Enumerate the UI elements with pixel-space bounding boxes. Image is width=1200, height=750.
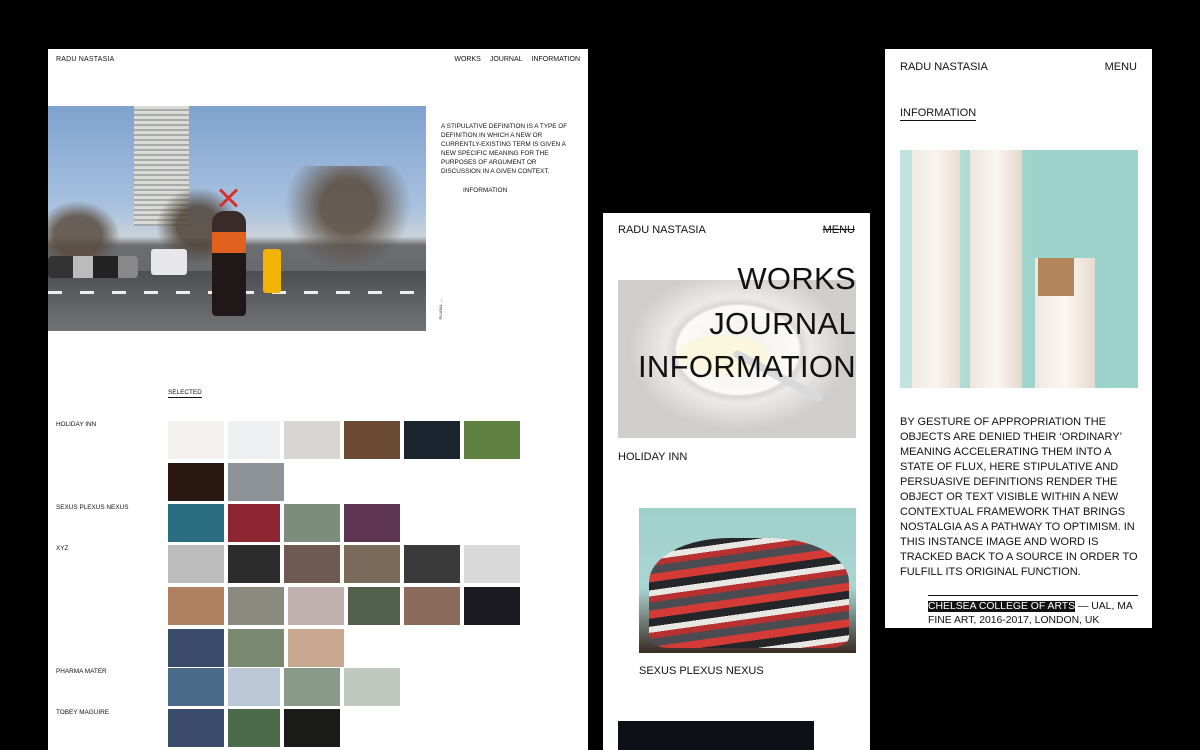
- project-thumbnail[interactable]: [344, 668, 400, 706]
- project-thumbnail[interactable]: [228, 421, 280, 459]
- hero-caption: PLURAL →: [438, 299, 443, 320]
- site-brand[interactable]: RADU NASTASIA: [618, 224, 706, 236]
- project-thumbnail[interactable]: [344, 421, 400, 459]
- project-thumbnail[interactable]: [284, 504, 340, 542]
- project-thumbnail[interactable]: [168, 504, 224, 542]
- menu-button[interactable]: MENU: [1105, 61, 1137, 73]
- project-thumbnail[interactable]: [228, 504, 280, 542]
- project-thumbnail[interactable]: [228, 629, 284, 667]
- mobile-menu-page: RADU NASTASIA MENU WORKS JOURNAL INFORMA…: [603, 213, 870, 750]
- project-thumbnail[interactable]: [344, 504, 400, 542]
- menu-link-journal[interactable]: JOURNAL: [709, 308, 856, 339]
- project-thumbnail[interactable]: [168, 545, 224, 583]
- project-thumbnail[interactable]: [228, 668, 280, 706]
- project-image[interactable]: [618, 721, 814, 750]
- information-page: RADU NASTASIA MENU INFORMATION BY GESTUR…: [885, 49, 1152, 628]
- project-thumbnail[interactable]: [228, 587, 284, 625]
- clothes-image[interactable]: [639, 508, 856, 653]
- project-thumbnail[interactable]: [284, 545, 340, 583]
- project-thumbnail[interactable]: [284, 709, 340, 747]
- information-link[interactable]: INFORMATION: [463, 187, 507, 194]
- project-thumbnail[interactable]: [168, 629, 224, 667]
- section-title: INFORMATION: [900, 107, 977, 121]
- project-thumbnail[interactable]: [288, 587, 344, 625]
- intro-blurb: A STIPULATIVE DEFINITION IS A TYPE OF DE…: [441, 123, 568, 176]
- project-thumbnail[interactable]: [344, 545, 400, 583]
- project-thumbnail[interactable]: [348, 587, 400, 625]
- site-brand[interactable]: RADU NASTASIA: [900, 61, 988, 73]
- desktop-page: RADU NASTASIA WORKS JOURNAL INFORMATION …: [48, 49, 588, 750]
- project-thumbnail[interactable]: [404, 421, 460, 459]
- statement-paragraph: BY GESTURE OF APPROPRIATION THE OBJECTS …: [900, 416, 1138, 578]
- project-thumbs: [168, 545, 538, 667]
- project-thumbnail[interactable]: [168, 587, 224, 625]
- paper-rolls-image: [900, 150, 1138, 388]
- project-thumbnail[interactable]: [228, 463, 284, 501]
- project-title[interactable]: SEXUS PLEXUS NEXUS: [639, 665, 764, 677]
- project-thumbnail[interactable]: [168, 421, 224, 459]
- cv-entry: CHELSEA COLLEGE OF ARTS — UAL, MA FINE A…: [928, 600, 1138, 628]
- project-thumbs: [168, 421, 538, 501]
- project-thumbs: [168, 668, 538, 706]
- project-title[interactable]: TOBEY MAGUIRE: [56, 709, 109, 716]
- project-thumbnail[interactable]: [404, 587, 460, 625]
- hero-image: [48, 106, 426, 331]
- project-thumbnail[interactable]: [404, 545, 460, 583]
- nav-works[interactable]: WORKS: [454, 56, 480, 63]
- project-thumbnail[interactable]: [464, 587, 520, 625]
- menu-link-works[interactable]: WORKS: [737, 263, 856, 294]
- selected-filter[interactable]: SELECTED: [168, 389, 202, 398]
- project-thumbnail[interactable]: [228, 545, 280, 583]
- project-thumbnail[interactable]: [168, 463, 224, 501]
- project-thumbnail[interactable]: [284, 668, 340, 706]
- nav-information[interactable]: INFORMATION: [532, 56, 580, 63]
- project-thumbnail[interactable]: [228, 709, 280, 747]
- project-thumbnail[interactable]: [464, 545, 520, 583]
- project-thumbnail[interactable]: [168, 668, 224, 706]
- project-thumbnail[interactable]: [168, 709, 224, 747]
- cv-school-link[interactable]: CHELSEA COLLEGE OF ARTS: [928, 601, 1076, 612]
- project-title[interactable]: SEXUS PLEXUS NEXUS: [56, 504, 128, 511]
- project-thumbnail[interactable]: [464, 421, 520, 459]
- project-thumbs: [168, 709, 538, 747]
- project-thumbs: [168, 504, 538, 542]
- menu-link-information[interactable]: INFORMATION: [638, 351, 856, 382]
- project-title[interactable]: PHARMA MATER: [56, 668, 107, 675]
- project-thumbnail[interactable]: [284, 421, 340, 459]
- nav-journal[interactable]: JOURNAL: [490, 56, 523, 63]
- divider: [928, 595, 1138, 596]
- project-title[interactable]: HOLIDAY INN: [56, 421, 96, 428]
- site-brand[interactable]: RADU NASTASIA: [56, 56, 114, 63]
- main-nav: WORKS JOURNAL INFORMATION: [454, 56, 580, 63]
- project-title[interactable]: XYZ: [56, 545, 68, 552]
- project-title[interactable]: HOLIDAY INN: [618, 451, 687, 463]
- project-thumbnail[interactable]: [288, 629, 344, 667]
- menu-close-button[interactable]: MENU: [823, 224, 855, 236]
